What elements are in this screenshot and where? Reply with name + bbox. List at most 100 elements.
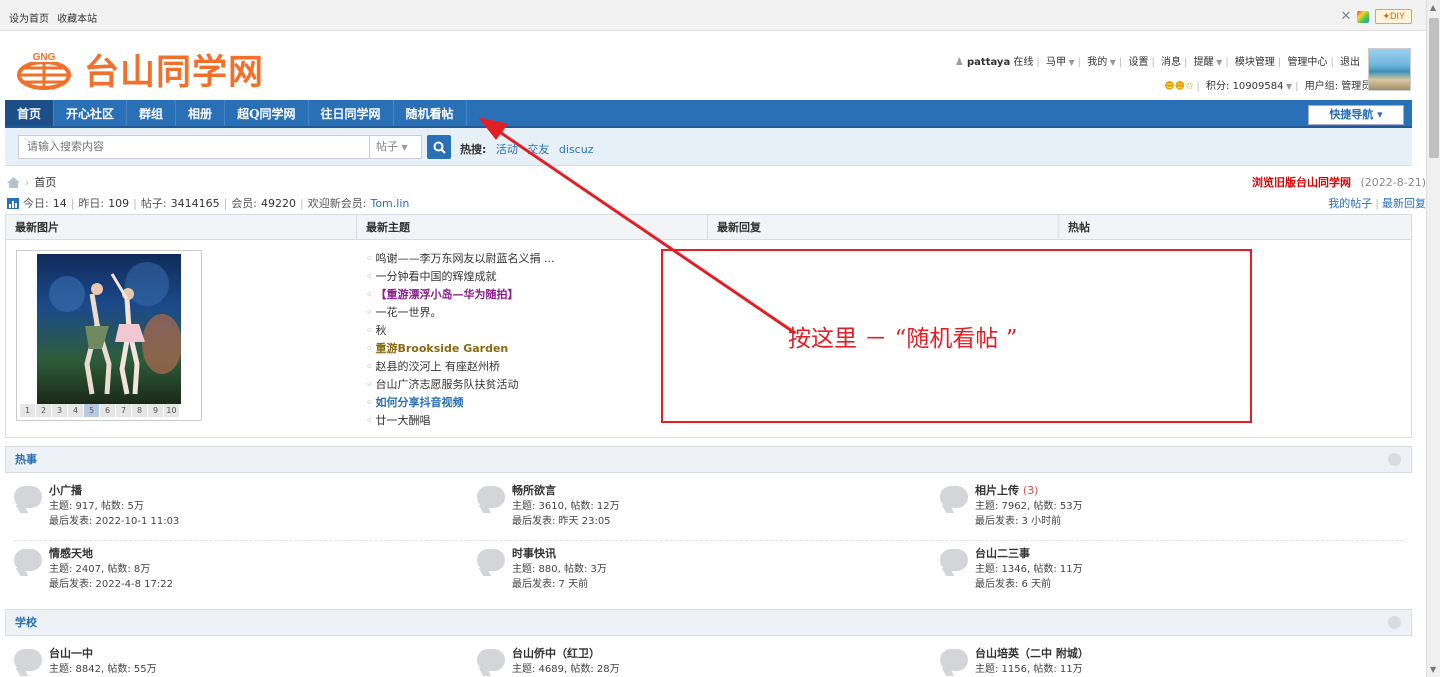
forum-last-post[interactable]: 最后发表: 2022-10-1 11:03 — [49, 512, 179, 527]
latest-pics-header[interactable]: 最新图片 — [6, 215, 357, 239]
module-admin-link[interactable]: 模块管理 — [1235, 57, 1275, 68]
slide-page[interactable]: 1 — [20, 404, 35, 417]
latest-replies-header[interactable]: 最新回复 — [708, 215, 1059, 239]
forum-bubble-icon[interactable] — [14, 486, 42, 508]
section-title[interactable]: 热事 — [15, 453, 37, 466]
hot-search-item[interactable]: discuz — [559, 143, 594, 156]
forum-last-post[interactable]: 最后发表: 昨天 23:05 — [512, 512, 611, 527]
search-button[interactable] — [427, 135, 451, 159]
logout-link[interactable]: 退出 — [1340, 57, 1360, 68]
slide-page[interactable]: 3 — [52, 404, 67, 417]
section-header[interactable]: 学校 — [5, 609, 1412, 636]
section-title[interactable]: 学校 — [15, 616, 37, 629]
home-icon[interactable] — [7, 176, 20, 188]
forum-last-post[interactable]: 最后发表: 3 小时前 — [975, 512, 1061, 527]
search-type-select[interactable]: 帖子 ▼ — [370, 135, 422, 159]
nav-superq[interactable]: 超Q同学网 — [225, 100, 309, 126]
user-group-menu[interactable]: 用户组: 管理员 — [1305, 81, 1372, 92]
slide-page[interactable]: 6 — [100, 404, 115, 417]
slide-page[interactable]: 10 — [164, 404, 179, 417]
admin-center-link[interactable]: 管理中心 — [1287, 57, 1327, 68]
forum-name[interactable]: 畅所欲言 — [512, 482, 556, 498]
site-logo[interactable]: GNG 台山同学网 — [16, 44, 264, 95]
slide-page[interactable]: 8 — [132, 404, 147, 417]
avatar[interactable] — [1368, 48, 1411, 91]
forum-name[interactable]: 情感天地 — [49, 545, 93, 561]
set-home-link[interactable]: 设为首页 — [9, 14, 49, 25]
forum-bubble-icon[interactable] — [940, 649, 968, 671]
old-version-link[interactable]: 浏览旧版台山同学网 — [1252, 176, 1351, 189]
forum-bubble-icon[interactable] — [14, 649, 42, 671]
topic-title[interactable]: 廿一大酬唱 — [376, 414, 431, 427]
nav-home[interactable]: 首页 — [5, 100, 55, 126]
latest-topic-item[interactable]: ◦ 廿一大酬唱 — [366, 412, 706, 430]
collapse-icon[interactable] — [1388, 453, 1401, 466]
topic-title[interactable]: 鸣谢——李万东网友以尉蓝名义捐 ... — [376, 252, 555, 265]
topic-title[interactable]: 一花一世界。 — [376, 306, 442, 319]
latest-topic-item[interactable]: ◦ 重游Brookside Garden — [366, 340, 706, 358]
nav-groups[interactable]: 群组 — [127, 100, 177, 126]
hot-posts-header[interactable]: 热帖 — [1059, 215, 1410, 239]
forum-name[interactable]: 小广播 — [49, 482, 82, 498]
settings-link[interactable]: 设置 — [1128, 57, 1148, 68]
page-scrollbar[interactable]: ▲ ▼ — [1426, 0, 1440, 677]
new-member-link[interactable]: Tom.lin — [370, 197, 409, 210]
slide-page[interactable]: 7 — [116, 404, 131, 417]
reminders-menu[interactable]: 提醒 — [1194, 57, 1214, 68]
topic-title[interactable]: 如何分享抖音视频 — [376, 396, 464, 409]
forum-name[interactable]: 时事快讯 — [512, 545, 556, 561]
forum-name[interactable]: 台山二三事 — [975, 545, 1030, 561]
topic-title[interactable]: 秋 — [376, 324, 387, 337]
forum-bubble-icon[interactable] — [940, 549, 968, 571]
latest-topic-item[interactable]: ◦ 秋 — [366, 322, 706, 340]
forum-bubble-icon[interactable] — [940, 486, 968, 508]
medal-icons[interactable]: ☻☻✩ — [1164, 81, 1193, 92]
latest-topic-item[interactable]: ◦ 一分钟看中国的辉煌成就 — [366, 268, 706, 286]
slide-page[interactable]: 9 — [148, 404, 163, 417]
latest-topic-item[interactable]: ◦ 鸣谢——李万东网友以尉蓝名义捐 ... — [366, 250, 706, 268]
topic-title[interactable]: 一分钟看中国的辉煌成就 — [376, 270, 497, 283]
forum-bubble-icon[interactable] — [477, 549, 505, 571]
latest-topic-item[interactable]: ◦ 一花一世界。 — [366, 304, 706, 322]
bookmark-link[interactable]: 收藏本站 — [57, 14, 97, 25]
slide-page-current[interactable]: 5 — [84, 404, 99, 417]
forum-bubble-icon[interactable] — [477, 649, 505, 671]
scroll-down-icon[interactable]: ▼ — [1430, 665, 1436, 674]
nav-community[interactable]: 开心社区 — [54, 100, 128, 126]
hot-search-item[interactable]: 活动 — [496, 143, 518, 156]
scroll-thumb[interactable] — [1429, 18, 1439, 158]
nav-random-post[interactable]: 随机看帖 — [394, 100, 467, 126]
slide-page[interactable]: 4 — [68, 404, 83, 417]
forum-name[interactable]: 相片上传 (3) — [975, 482, 1038, 498]
latest-topic-item[interactable]: ◦ 如何分享抖音视频 — [366, 394, 706, 412]
forum-last-post[interactable]: 最后发表: 7 天前 — [512, 575, 588, 590]
latest-topics-header[interactable]: 最新主题 — [357, 215, 708, 239]
topic-title[interactable]: 重游Brookside Garden — [376, 342, 509, 355]
latest-topic-item[interactable]: ◦ 【重游漂浮小岛—华为随拍】 — [366, 286, 706, 304]
forum-name[interactable]: 台山培英（二中 附城） — [975, 645, 1089, 661]
latest-topic-item[interactable]: ◦ 台山广济志愿服务队扶贫活动 — [366, 376, 706, 394]
hot-search-item[interactable]: 交友 — [527, 143, 549, 156]
breadcrumb-home[interactable]: 首页 — [34, 174, 56, 190]
messages-link[interactable]: 消息 — [1161, 57, 1181, 68]
section-header[interactable]: 热事 — [5, 446, 1412, 473]
forum-last-post[interactable]: 最后发表: 2022-4-8 17:22 — [49, 575, 173, 590]
theme-icon[interactable] — [1357, 10, 1370, 23]
latest-topic-item[interactable]: ◦ 赵县的洨河上 有座赵州桥 — [366, 358, 706, 376]
latest-replies-link[interactable]: 最新回复 — [1382, 197, 1426, 210]
points-menu[interactable]: 积分: 10909584 — [1206, 81, 1283, 92]
my-menu[interactable]: 我的 — [1087, 57, 1107, 68]
username-link[interactable]: pattaya — [967, 57, 1010, 68]
nav-album[interactable]: 相册 — [176, 100, 226, 126]
quick-nav-button[interactable]: 快捷导航 ▾ — [1308, 105, 1404, 125]
search-input[interactable] — [18, 135, 370, 159]
vest-menu[interactable]: 马甲 — [1046, 57, 1066, 68]
forum-last-post[interactable]: 最后发表: 6 天前 — [975, 575, 1051, 590]
nav-old-classmates[interactable]: 往日同学网 — [309, 100, 394, 126]
topic-title[interactable]: 【重游漂浮小岛—华为随拍】 — [376, 288, 519, 301]
collapse-icon[interactable] — [1388, 616, 1401, 629]
diy-button[interactable]: ✦DIY — [1375, 9, 1412, 24]
forum-bubble-icon[interactable] — [14, 549, 42, 571]
scroll-up-icon[interactable]: ▲ — [1430, 3, 1436, 12]
slide-page[interactable]: 2 — [36, 404, 51, 417]
